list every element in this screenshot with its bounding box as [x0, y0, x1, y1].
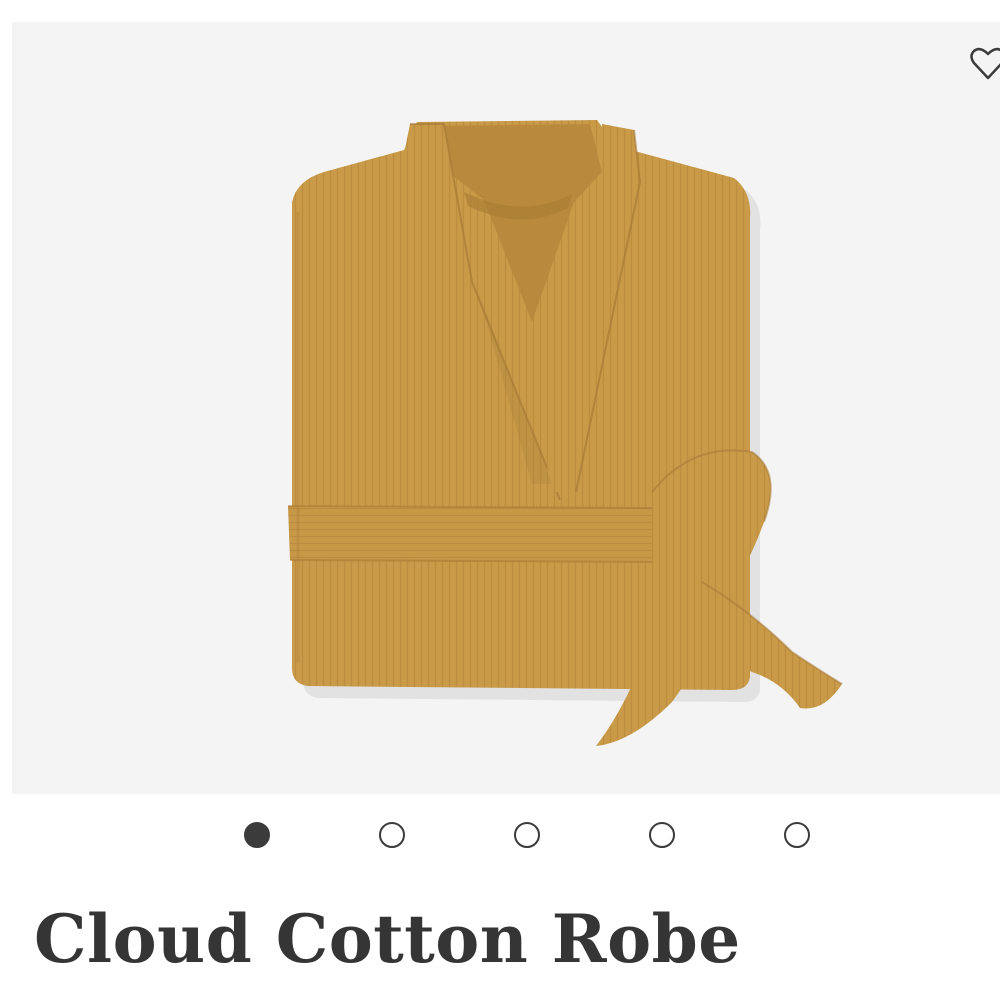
product-page: Cloud Cotton Robe — [0, 0, 1000, 1000]
carousel-dot-4[interactable] — [649, 822, 675, 848]
robe-illustration — [287, 120, 843, 746]
wishlist-button[interactable] — [968, 44, 1000, 84]
product-image[interactable] — [12, 22, 1000, 794]
carousel-dot-1[interactable] — [244, 822, 270, 848]
carousel-dot-3[interactable] — [514, 822, 540, 848]
carousel-dot-5[interactable] — [784, 822, 810, 848]
product-title: Cloud Cotton Robe — [34, 900, 741, 978]
heart-outline-icon — [970, 47, 1000, 80]
carousel-dot-2[interactable] — [379, 822, 405, 848]
carousel-indicators — [0, 822, 1000, 850]
